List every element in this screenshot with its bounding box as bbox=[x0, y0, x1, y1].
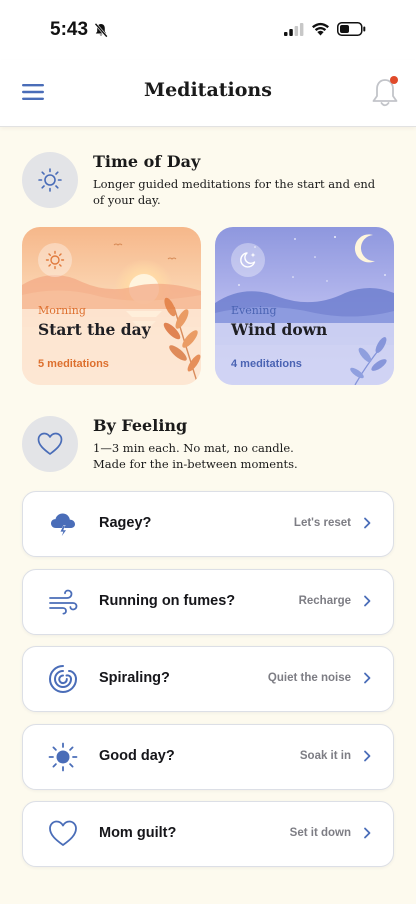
feeling-label: Good day? bbox=[99, 748, 175, 764]
status-indicators bbox=[284, 22, 366, 36]
wind-icon bbox=[49, 589, 78, 615]
morning-count: 5 meditations bbox=[38, 358, 109, 370]
page-title: Meditations bbox=[144, 79, 272, 101]
feeling-row-mom-guilt[interactable]: Mom guilt? Set it down bbox=[22, 801, 394, 867]
by-feeling-icon-circle bbox=[22, 416, 78, 472]
feeling-label: Spiraling? bbox=[99, 670, 170, 686]
status-time: 5:43 bbox=[50, 19, 89, 40]
morning-icon-circle bbox=[38, 243, 72, 277]
chevron-right-icon bbox=[364, 750, 371, 762]
by-feeling-title: By Feeling bbox=[93, 416, 188, 435]
feeling-action: Recharge bbox=[298, 595, 351, 607]
feeling-action: Soak it in bbox=[299, 750, 351, 762]
heart-icon bbox=[49, 820, 77, 846]
sun-icon bbox=[48, 742, 78, 772]
evening-title: Wind down bbox=[231, 320, 328, 339]
chevron-right-icon bbox=[364, 595, 371, 607]
chevron-right-icon bbox=[364, 517, 371, 529]
heart-outline-icon bbox=[37, 432, 63, 455]
time-of-day-description: Longer guided meditations for the start … bbox=[93, 177, 376, 207]
feeling-label: Mom guilt? bbox=[99, 825, 177, 841]
feeling-row-good-day[interactable]: Good day? Soak it in bbox=[22, 724, 394, 790]
morning-eyebrow: Morning bbox=[38, 304, 86, 317]
time-of-day-title: Time of Day bbox=[93, 152, 201, 171]
feeling-row-running-on-fumes[interactable]: Running on fumes? Recharge bbox=[22, 569, 394, 635]
morning-title: Start the day bbox=[38, 320, 151, 339]
by-feeling-header: By Feeling 1—3 min each. No mat, no cand… bbox=[22, 416, 394, 476]
feeling-row-ragey[interactable]: Ragey? Let's reset bbox=[22, 491, 394, 557]
feeling-label: Ragey? bbox=[99, 515, 152, 531]
feeling-action: Set it down bbox=[289, 827, 351, 839]
evening-count: 4 meditations bbox=[231, 358, 302, 370]
feeling-action: Let's reset bbox=[293, 517, 351, 529]
spiral-icon bbox=[49, 665, 77, 693]
sun-outline-icon bbox=[38, 168, 62, 192]
bell-slash-icon bbox=[94, 22, 108, 38]
morning-card[interactable]: Morning Start the day 5 meditations bbox=[22, 227, 201, 385]
battery-icon bbox=[337, 22, 366, 36]
time-of-day-icon-circle bbox=[22, 152, 78, 208]
signal-icon bbox=[284, 22, 304, 36]
by-feeling-description: 1—3 min each. No mat, no candle. Made fo… bbox=[93, 440, 383, 472]
status-bar: 5:43 bbox=[0, 0, 416, 60]
storm-cloud-icon bbox=[51, 513, 75, 538]
by-feeling-description-line-1: 1—3 min each. No mat, no candle. bbox=[93, 441, 294, 455]
evening-eyebrow: Evening bbox=[231, 304, 277, 317]
feeling-label: Running on fumes? bbox=[99, 593, 236, 609]
by-feeling-description-line-2: Made for the in-between moments. bbox=[93, 457, 298, 471]
notification-badge bbox=[390, 76, 398, 84]
chevron-right-icon bbox=[364, 827, 371, 839]
feeling-action: Quiet the noise bbox=[267, 672, 351, 684]
time-of-day-header: Time of Day Longer guided meditations fo… bbox=[22, 152, 394, 212]
wifi-icon bbox=[312, 22, 329, 36]
evening-card[interactable]: Evening Wind down 4 meditations bbox=[215, 227, 394, 385]
nav-bar: Meditations bbox=[0, 60, 416, 127]
evening-icon-circle bbox=[231, 243, 265, 277]
feeling-row-spiraling[interactable]: Spiraling? Quiet the noise bbox=[22, 646, 394, 712]
moon-stars-icon bbox=[240, 252, 256, 268]
chevron-right-icon bbox=[364, 672, 371, 684]
sun-icon bbox=[45, 250, 65, 270]
